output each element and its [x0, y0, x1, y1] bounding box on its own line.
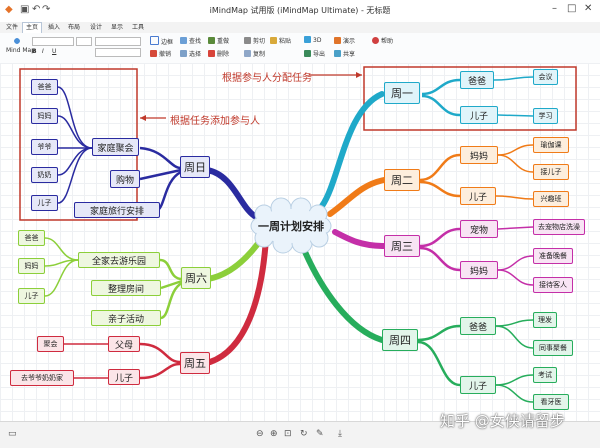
friday-topic-parents[interactable]: 父母 [108, 336, 140, 352]
thursday-leaf-haircut[interactable]: 理发 [533, 312, 557, 328]
branch-saturday[interactable]: 周六 [181, 267, 211, 289]
thursday-leaf-dentist[interactable]: 看牙医 [533, 394, 569, 410]
branch-monday[interactable]: 周一 [384, 82, 420, 104]
friday-topic-son[interactable]: 儿子 [108, 369, 140, 385]
monday-topic-son[interactable]: 儿子 [460, 106, 498, 124]
saturday-leaf-dad[interactable]: 爸爸 [18, 230, 45, 246]
thursday-leaf-exam[interactable]: 考试 [533, 367, 557, 383]
tuesday-leaf-interest-class[interactable]: 兴趣班 [533, 191, 569, 207]
watermark: 知乎 @女侠请留步 [440, 412, 565, 430]
wednesday-topic-pet[interactable]: 宠物 [460, 220, 498, 238]
monday-topic-dad[interactable]: 爸爸 [460, 71, 494, 89]
tuesday-leaf-pickup-son[interactable]: 接儿子 [533, 164, 569, 180]
sunday-leaf-son[interactable]: 儿子 [31, 195, 58, 211]
wednesday-leaf-host-guests[interactable]: 接待客人 [533, 277, 573, 293]
tuesday-leaf-yoga[interactable]: 瑜伽课 [533, 137, 569, 153]
sunday-topic-shopping[interactable]: 购物 [110, 170, 140, 188]
saturday-leaf-son[interactable]: 儿子 [18, 288, 45, 304]
monday-leaf-meeting[interactable]: 会议 [533, 69, 558, 85]
friday-leaf-visit-grandparents[interactable]: 去爷爷奶奶家 [10, 370, 74, 386]
zoom-out-icon[interactable]: ⊖ [256, 429, 264, 439]
sunday-leaf-dad[interactable]: 爸爸 [31, 79, 58, 95]
annotation-assign-by-participant: 根据参与人分配任务 [222, 73, 312, 84]
saturday-leaf-mom[interactable]: 妈妈 [18, 258, 45, 274]
sunday-topic-family-trip[interactable]: 家庭旅行安排 [74, 202, 160, 218]
sunday-leaf-grandma[interactable]: 奶奶 [31, 167, 58, 183]
thursday-leaf-colleague-dinner[interactable]: 同事聚餐 [533, 340, 573, 356]
sunday-leaf-grandpa[interactable]: 爷爷 [31, 139, 58, 155]
zoom-in-icon[interactable]: ⊕ [270, 429, 278, 439]
annotation-add-participants: 根据任务添加参与人 [170, 116, 260, 127]
edit-icon[interactable]: ✎ [316, 429, 324, 439]
saturday-topic-tidy-room[interactable]: 整理房间 [91, 280, 161, 296]
wednesday-leaf-pet-bath[interactable]: 去宠物店洗澡 [533, 219, 585, 235]
saturday-topic-parent-child[interactable]: 亲子活动 [91, 310, 161, 326]
branch-wednesday[interactable]: 周三 [384, 235, 420, 257]
branch-sunday[interactable]: 周日 [180, 156, 210, 178]
sunday-topic-family-gathering[interactable]: 家庭聚会 [92, 138, 139, 156]
fit-page-icon[interactable]: ⊡ [284, 429, 292, 439]
arrowhead-top [356, 72, 362, 78]
download-icon[interactable]: ⤓ [338, 429, 342, 439]
branch-tuesday[interactable]: 周二 [384, 169, 420, 191]
branch-friday[interactable]: 周五 [180, 352, 210, 374]
wednesday-topic-mom[interactable]: 妈妈 [460, 261, 498, 279]
thursday-topic-dad[interactable]: 爸爸 [460, 317, 496, 335]
wednesday-leaf-prepare-dinner[interactable]: 准备晚餐 [533, 248, 573, 264]
saturday-topic-amusement-park[interactable]: 全家去游乐园 [78, 252, 160, 268]
arrowhead-left [140, 115, 146, 121]
central-topic[interactable]: 一周计划安排 [252, 218, 330, 234]
refresh-icon[interactable]: ↻ [300, 429, 308, 439]
sunday-leaf-mom[interactable]: 妈妈 [31, 108, 58, 124]
branch-thursday[interactable]: 周四 [382, 329, 418, 351]
tuesday-topic-mom[interactable]: 妈妈 [460, 146, 498, 164]
friday-leaf-party[interactable]: 聚会 [37, 336, 64, 352]
monday-leaf-study[interactable]: 学习 [533, 108, 558, 124]
thursday-topic-son[interactable]: 儿子 [460, 376, 496, 394]
tuesday-topic-son[interactable]: 儿子 [460, 187, 496, 205]
panel-toggle-icon[interactable]: ▭ [8, 429, 17, 439]
